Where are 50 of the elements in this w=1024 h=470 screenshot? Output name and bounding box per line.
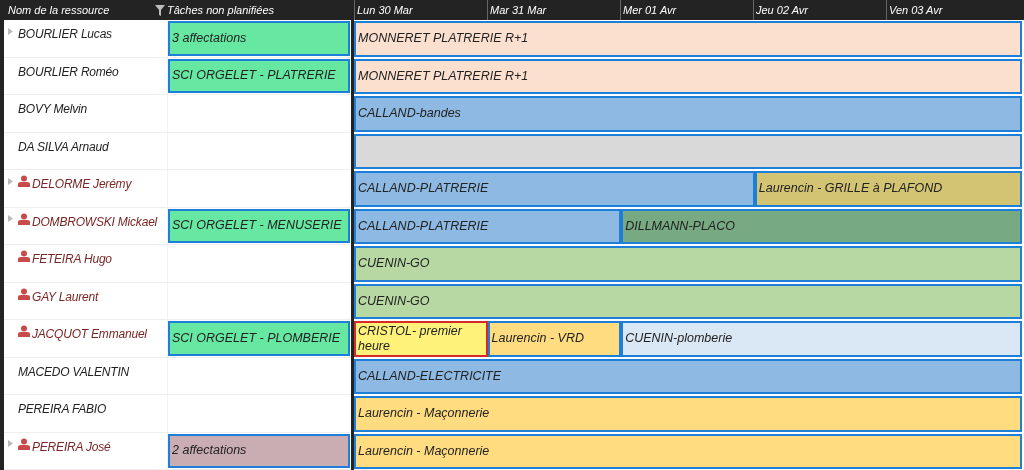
task-bar[interactable]: MONNERET PLATRERIE R+1 [354, 58, 1022, 94]
task-bar[interactable]: CALLAND-bandes [354, 96, 1022, 132]
column-header: Nom de la ressource [8, 3, 110, 16]
resource-name: PEREIRA José [32, 438, 111, 456]
task-bar[interactable]: CUENIN-GO [354, 283, 1022, 319]
column-header: Tâches non planifiées [167, 2, 274, 18]
expand-icon[interactable] [7, 440, 13, 447]
person-icon [18, 212, 30, 225]
person-icon [18, 325, 30, 337]
filter-icon[interactable] [155, 4, 165, 16]
task-bar[interactable]: MONNERET PLATRERIE R+1 [354, 21, 1022, 57]
resource-name: GAY Laurent [32, 288, 99, 306]
task-bar[interactable]: CRISTOL- premier heure [354, 321, 488, 357]
task-bar[interactable]: CUENIN-GO [354, 246, 1022, 282]
person-icon [18, 287, 30, 300]
resource-name: DOMBROWSKI Mickael [32, 213, 158, 231]
resource-name: DA SILVA Arnaud [18, 138, 109, 156]
day-header: Jeu 02 Avr [756, 2, 808, 18]
unplanned-task[interactable]: SCI ORGELET - MENUSERIE [168, 208, 350, 243]
person-icon [18, 175, 30, 187]
resource-name: MACEDO VALENTIN [18, 363, 130, 381]
resource-name: BOVY Melvin [18, 101, 87, 118]
day-header: Mar 31 Mar [490, 2, 547, 18]
resource-name: BOURLIER Lucas [18, 26, 112, 43]
day-header: Mer 01 Avr [623, 2, 677, 18]
day-header: Ven 03 Avr [889, 2, 943, 18]
unplanned-task[interactable]: SCI ORGELET - PLOMBERIE [168, 321, 350, 356]
task-bar[interactable]: Laurencin - VRD [487, 321, 622, 357]
task-bar[interactable]: Laurencin - Maçonnerie [354, 433, 1022, 469]
task-bar[interactable]: CALLAND-ELECTRICITE [354, 358, 1022, 394]
expand-icon[interactable] [7, 215, 13, 222]
person-icon [18, 250, 30, 262]
task-bar[interactable]: CALLAND-PLATRERIE [354, 171, 755, 207]
resource-name: FETEIRA Hugo [32, 251, 112, 268]
task-bar[interactable]: CUENIN-plomberie [621, 321, 1022, 357]
task-bar[interactable]: DILLMANN-PLACO [621, 208, 1022, 244]
expand-icon[interactable] [7, 177, 13, 185]
resource-name: JACQUOT Emmanuel [32, 326, 147, 343]
resource-name: DELORME Jerémy [32, 176, 132, 193]
resource-name: PEREIRA FABIO [18, 401, 107, 418]
task-bar[interactable]: Laurencin - GRILLE à PLAFOND [754, 171, 1022, 207]
unplanned-task[interactable]: SCI ORGELET - PLATRERIE [168, 58, 350, 93]
day-header: Lun 30 Mar [357, 2, 413, 18]
unplanned-task[interactable]: 2 affectations [168, 433, 350, 468]
task-bar[interactable]: Laurencin - Maçonnerie [354, 396, 1022, 432]
resource-name: BOURLIER Roméo [18, 63, 119, 81]
unplanned-task[interactable]: 3 affectations [168, 21, 350, 56]
task-bar[interactable]: CALLAND-PLATRERIE [354, 208, 622, 244]
expand-icon[interactable] [7, 27, 13, 35]
person-icon [18, 437, 30, 450]
